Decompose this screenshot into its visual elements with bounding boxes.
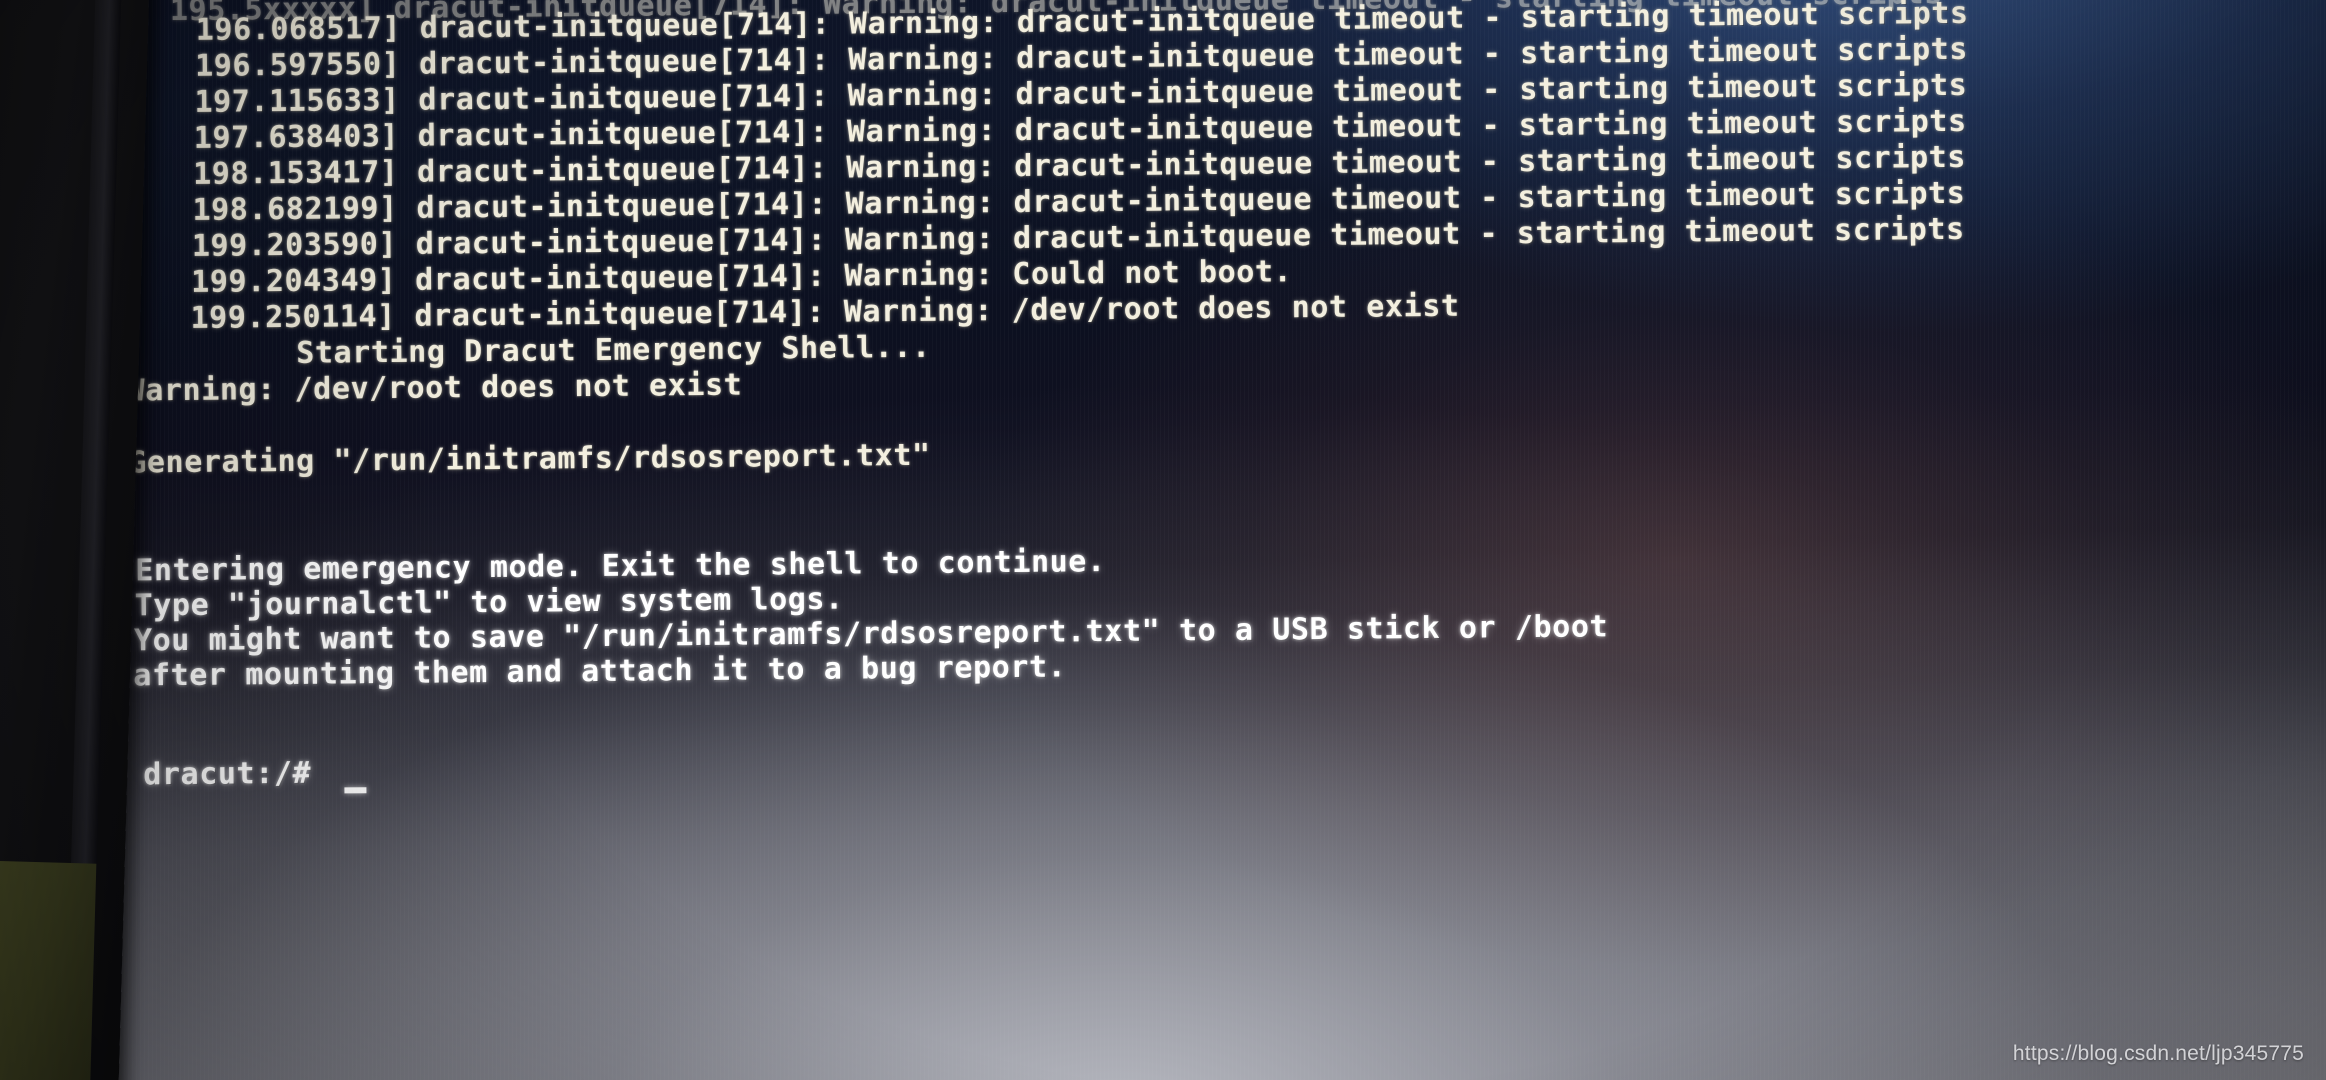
watermark-url: https://blog.csdn.net/ljp345775 <box>2012 1042 2304 1065</box>
monitor-screen-surface <box>0 0 2326 1080</box>
desk-corner <box>0 860 97 1080</box>
screenshot-root: [ 195.5xxxxx] dracut-initqueue[714]: War… <box>0 0 2326 1080</box>
